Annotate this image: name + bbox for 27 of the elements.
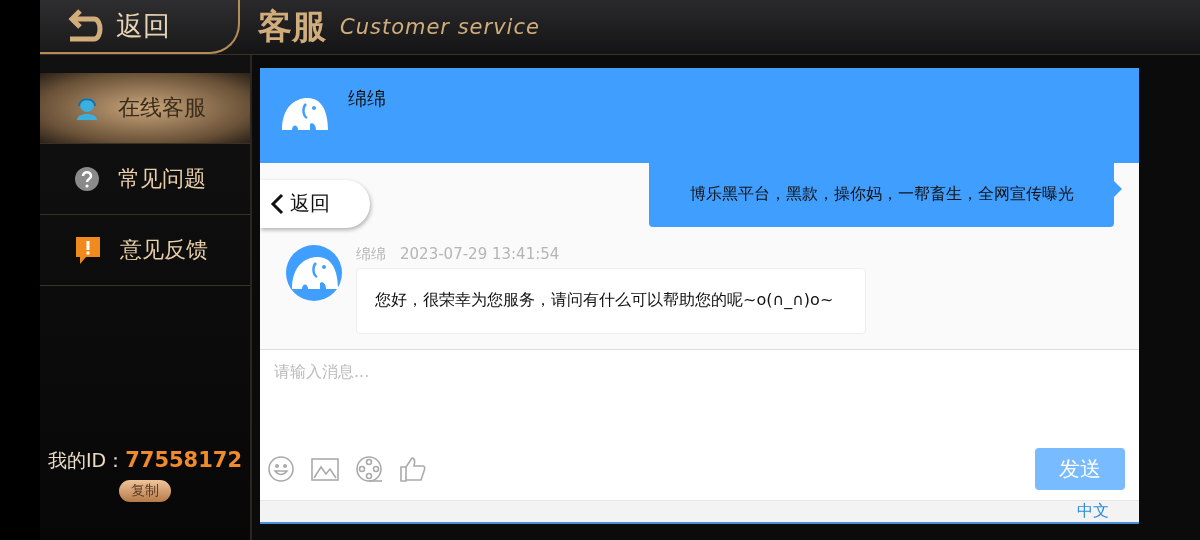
id-label: 我的ID：	[47, 448, 126, 473]
smiley-icon[interactable]	[266, 454, 296, 484]
page-subtitle: Customer service	[340, 15, 540, 39]
page-title: 客服	[258, 5, 326, 48]
film-reel-icon[interactable]	[354, 454, 384, 484]
sidebar-item-label: 在线客服	[118, 94, 206, 122]
exclamation-bubble-icon	[74, 235, 102, 265]
sidebar-item[interactable]: 意见反馈	[40, 215, 250, 286]
question-icon	[74, 166, 100, 192]
thumbs-up-icon[interactable]	[398, 454, 428, 484]
bubble-tail-icon	[1114, 180, 1122, 197]
incoming-message: 您好，很荣幸为您服务，请问有什么可以帮助您的呢~o(∩_∩)o~	[356, 267, 866, 334]
headset-person-icon	[74, 95, 100, 121]
agent-name: 绵绵	[348, 86, 386, 111]
outgoing-message: 博乐黑平台，黑款，操你妈，一帮畜生，全网宣传曝光	[649, 162, 1114, 227]
back-button[interactable]: 返回	[40, 0, 240, 54]
sidebar-item-label: 常见问题	[118, 165, 206, 193]
copy-button[interactable]: 复制	[119, 480, 171, 502]
sidebar-item[interactable]: 常见问题	[40, 144, 250, 215]
id-value: 77558172	[125, 448, 243, 472]
elephant-avatar-icon	[286, 244, 342, 301]
chevron-left-icon	[270, 192, 284, 215]
sidebar-item[interactable]: 在线客服	[40, 73, 250, 144]
sidebar-item-label: 意见反馈	[120, 236, 208, 264]
sender-name: 绵绵	[356, 244, 386, 264]
message-time: 2023-07-29 13:41:54	[400, 244, 560, 264]
back-button[interactable]: 返回	[260, 179, 370, 228]
